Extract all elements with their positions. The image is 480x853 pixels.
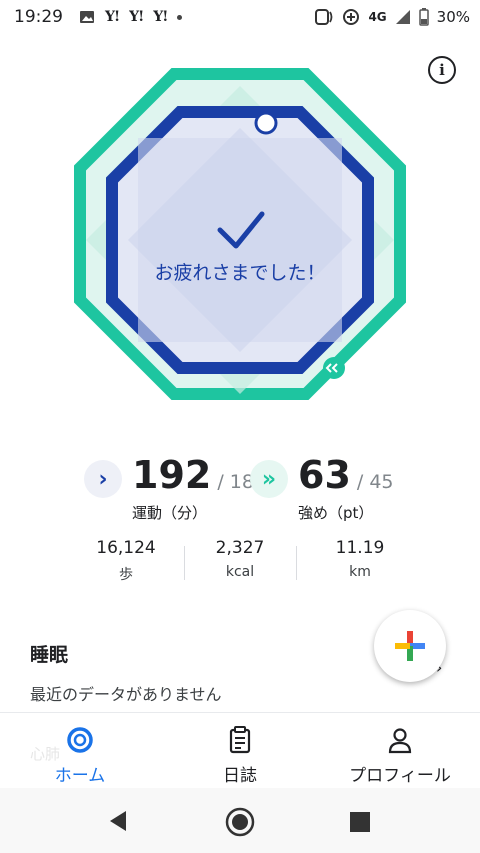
- bottom-navigation: 心肺 ホーム 日誌 プロフィール: [0, 712, 480, 788]
- battery-icon: [418, 8, 429, 26]
- back-icon[interactable]: [108, 810, 128, 832]
- steps-value: 16,124: [96, 538, 156, 558]
- recents-icon[interactable]: [350, 812, 370, 832]
- notification-icons: Y! Y! Y!: [79, 9, 183, 25]
- steps-unit: 歩: [119, 567, 133, 583]
- yahoo-icon: Y!: [105, 9, 120, 25]
- sleep-title: 睡眠: [30, 644, 69, 666]
- clipboard-icon: [229, 726, 251, 754]
- activity-ring[interactable]: お疲れさまでした！: [68, 68, 412, 412]
- move-minutes-label: 運動（分）: [132, 504, 208, 522]
- image-icon: [80, 11, 94, 23]
- system-navigation-bar: [0, 788, 480, 853]
- move-minutes-value: 192: [132, 453, 212, 497]
- move-minutes-icon: ›: [84, 460, 122, 498]
- person-icon: [388, 728, 412, 754]
- heart-points-stat[interactable]: » 63 / 45 強め（pt）: [250, 456, 394, 523]
- calories-value: 2,327: [215, 538, 265, 558]
- heart-points-goal: / 45: [356, 471, 394, 493]
- ring-graphic: [74, 68, 406, 400]
- add-button[interactable]: [374, 610, 446, 682]
- yahoo-icon: Y!: [129, 9, 144, 25]
- heart-points-icon: »: [250, 460, 288, 498]
- nav-profile-label: プロフィール: [349, 766, 451, 786]
- heart-points-label: 強め（pt）: [298, 504, 374, 522]
- nav-journal[interactable]: 日誌: [200, 725, 280, 786]
- calories-metric: 2,327 kcal: [190, 538, 290, 580]
- distance-value: 11.19: [335, 538, 385, 558]
- sleep-card[interactable]: 睡眠 最近のデータがありません: [30, 640, 222, 705]
- divider: [184, 546, 185, 580]
- more-notifications-dot-icon: [177, 14, 183, 20]
- steps-metric: 16,124 歩: [76, 538, 176, 584]
- network-type: 4G: [368, 10, 387, 24]
- yahoo-icon: Y!: [153, 9, 168, 25]
- plus-icon: [395, 631, 425, 661]
- status-bar: 19:29 Y! Y! Y! 4G 30%: [0, 0, 480, 34]
- info-button[interactable]: i: [428, 56, 456, 84]
- ring-message: お疲れさまでした！: [154, 262, 326, 284]
- battery-percent: 30%: [436, 8, 470, 26]
- calories-unit: kcal: [225, 564, 255, 580]
- divider: [296, 546, 297, 580]
- nav-profile[interactable]: プロフィール: [340, 725, 460, 786]
- nav-home-label: ホーム: [54, 766, 106, 786]
- home-rings-icon: [67, 727, 93, 753]
- nfc-icon: [315, 9, 333, 25]
- sleep-subtitle: 最近のデータがありません: [30, 685, 222, 704]
- data-saver-icon: [343, 9, 360, 25]
- nav-journal-label: 日誌: [223, 766, 257, 786]
- home-circle-icon[interactable]: [224, 806, 256, 838]
- signal-icon: [395, 10, 410, 24]
- nav-home[interactable]: ホーム: [40, 725, 120, 786]
- distance-metric: 11.19 km: [310, 538, 410, 580]
- status-time: 19:29: [14, 7, 63, 27]
- heart-points-value: 63: [298, 453, 351, 497]
- status-right: 4G 30%: [314, 8, 470, 26]
- distance-unit: km: [349, 564, 371, 580]
- move-minutes-stat[interactable]: › 192 / 185 運動（分）: [84, 456, 266, 523]
